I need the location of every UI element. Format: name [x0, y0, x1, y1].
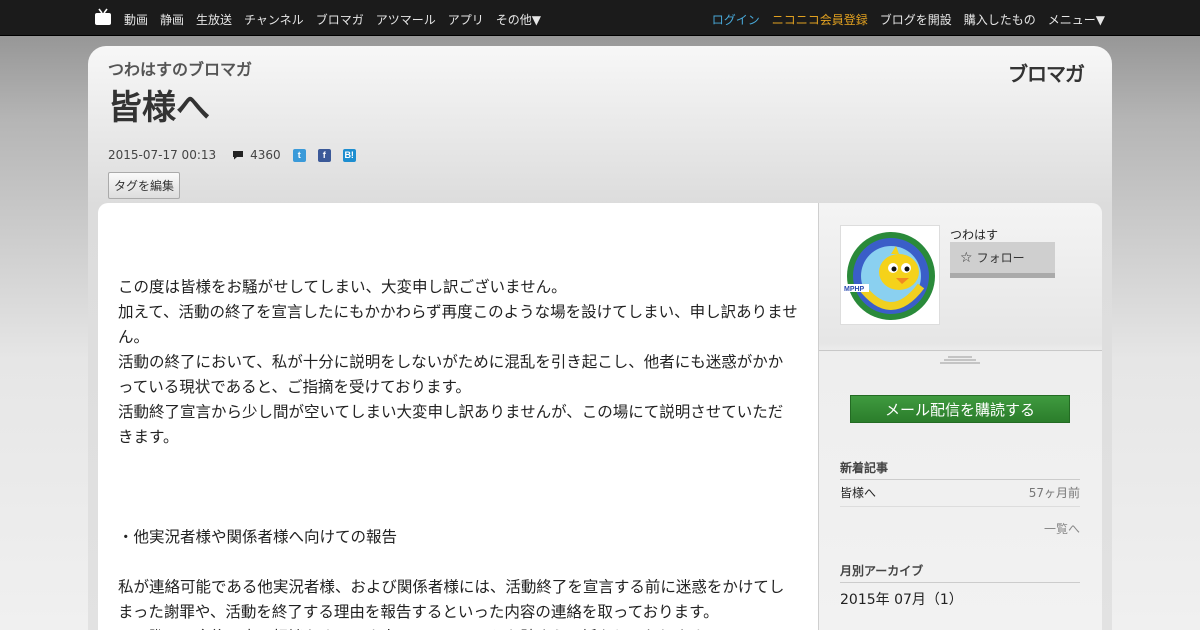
nav-blomaga[interactable]: ブロマガ: [316, 11, 364, 28]
archive-item[interactable]: 2015年 07月（1）: [840, 589, 963, 609]
blog-name[interactable]: つわはすのブロマガ: [108, 56, 252, 80]
article-paragraph: ・他実況者様や関係者様へ向けての報告: [118, 528, 398, 546]
article-paragraph: 活動終了宣言から少し間が空いてしまい大変申し訳ありませんが、この場にて説明させて…: [118, 403, 784, 446]
article-paragraph: その際に、今後の事の相談をするべき人には、そのことも踏まえて話をしております。: [118, 625, 798, 630]
login-link[interactable]: ログイン: [712, 11, 760, 28]
archive-heading: 月別アーカイブ: [840, 562, 1080, 583]
article-paragraph: [118, 550, 798, 575]
article-paragraph: [118, 500, 798, 525]
register-link[interactable]: ニコニコ会員登録: [772, 11, 868, 28]
avatar-image: MPHP: [843, 232, 935, 320]
nav-other-dropdown[interactable]: その他▼: [496, 11, 541, 28]
article-paragraph: 私が連絡可能である他実況者様、および関係者様には、活動終了を宣言する前に迷惑をか…: [118, 578, 785, 621]
article-paragraph: [118, 250, 798, 275]
article-paragraph: 加えて、活動の終了を宣言したにもかかわらず再度このような場を設けてしまい、申し訳…: [118, 303, 798, 346]
subscribe-mail-button[interactable]: メール配信を購読する: [850, 395, 1070, 423]
nav-app[interactable]: アプリ: [448, 11, 484, 28]
nav-atsumaru[interactable]: アツマール: [376, 11, 436, 28]
article-paragraph: この度は皆様をお騒がせしてしまい、大変申し訳ございません。: [118, 278, 567, 296]
menu-dropdown[interactable]: メニュー▼: [1048, 11, 1105, 28]
recent-articles-heading: 新着記事: [840, 459, 1080, 480]
purchased-link[interactable]: 購入したもの: [964, 11, 1036, 28]
svg-text:MPHP: MPHP: [844, 286, 865, 293]
recent-article-title[interactable]: 皆様へ: [840, 484, 876, 501]
comment-icon: [233, 151, 244, 160]
nav-seiga[interactable]: 静画: [160, 11, 184, 28]
article-body: この度は皆様をお騒がせしてしまい、大変申し訳ございません。加えて、活動の終了を宣…: [118, 250, 798, 630]
article-paragraph: 活動の終了において、私が十分に説明をしないがために混乱を引き起こし、他者にも迷惑…: [118, 353, 784, 396]
facebook-share-icon[interactable]: f: [317, 148, 331, 162]
article-paragraph: [118, 475, 798, 500]
nav-channel[interactable]: チャンネル: [244, 11, 304, 28]
recent-article-age: 57ヶ月前: [1028, 486, 1080, 500]
article-meta: 2015-07-17 00:13 4360 t f B!: [108, 148, 368, 162]
author-avatar[interactable]: MPHP: [840, 225, 940, 325]
comment-count[interactable]: 4360: [250, 148, 281, 162]
niconico-tv-icon[interactable]: [94, 8, 112, 26]
top-nav-bar: 動画 静画 生放送 チャンネル ブロマガ アツマール アプリ その他▼ ログイン…: [0, 0, 1200, 36]
nav-left-links: 動画 静画 生放送 チャンネル ブロマガ アツマール アプリ その他▼: [124, 11, 541, 28]
article-date: 2015-07-17 00:13: [108, 148, 217, 162]
nav-douga[interactable]: 動画: [124, 11, 148, 28]
star-icon: ☆: [960, 249, 973, 266]
sidebar-separator: [819, 350, 1102, 351]
follow-button[interactable]: ☆ フォロー: [950, 242, 1055, 278]
blomaga-logo[interactable]: ブロマガ: [1008, 58, 1085, 87]
article-title: 皆様へ: [108, 88, 210, 128]
article-paragraph: [118, 450, 798, 475]
follow-label: フォロー: [976, 251, 1025, 265]
hatena-bookmark-icon[interactable]: B!: [342, 148, 356, 162]
edit-tags-button[interactable]: タグを編集: [108, 172, 181, 199]
open-blog-link[interactable]: ブログを開設: [880, 11, 952, 28]
recent-article-item[interactable]: 皆様へ 57ヶ月前: [840, 484, 1080, 507]
collapse-handle-icon[interactable]: [938, 356, 982, 365]
nav-live[interactable]: 生放送: [196, 11, 232, 28]
author-name[interactable]: つわはす: [950, 226, 998, 243]
twitter-share-icon[interactable]: t: [292, 148, 306, 162]
more-articles-link[interactable]: 一覧へ: [1044, 520, 1080, 537]
nav-right-links: ログイン ニコニコ会員登録 ブログを開設 購入したもの メニュー▼: [712, 11, 1105, 28]
sidebar-divider: [818, 203, 819, 630]
